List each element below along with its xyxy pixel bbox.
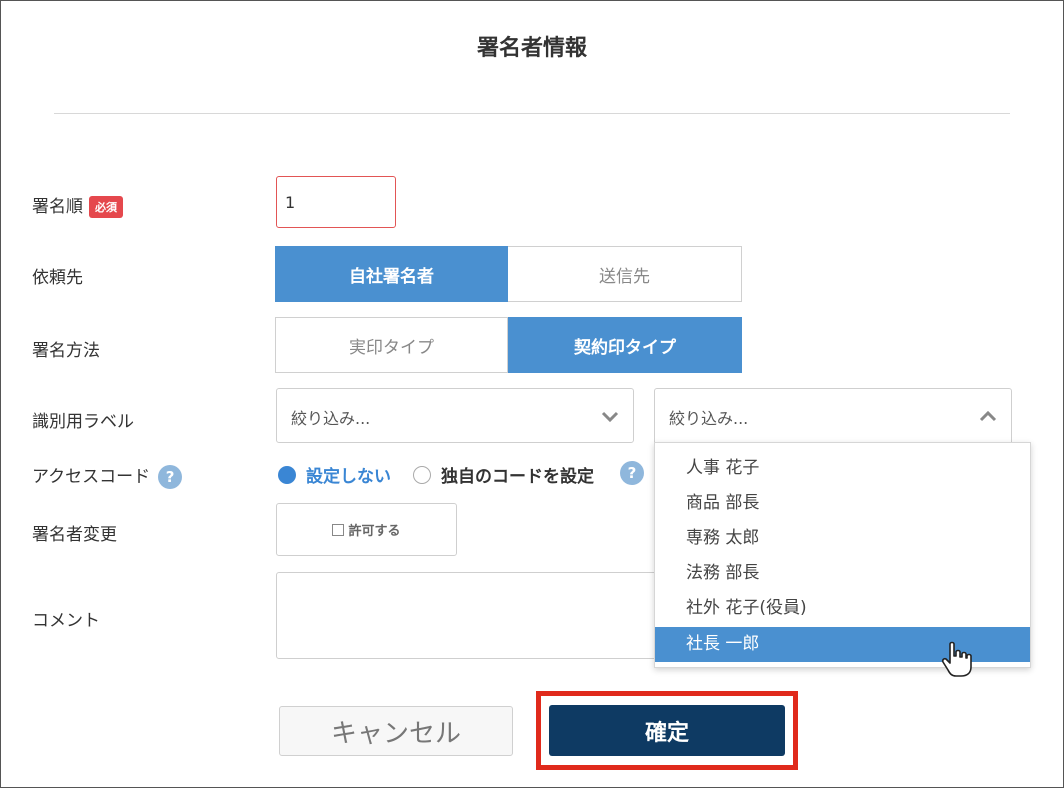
comment-label: コメント — [32, 611, 100, 631]
access-option-none-label: 設定しない — [306, 467, 391, 487]
filter-select-right[interactable]: 絞り込み... — [654, 388, 1012, 443]
permit-label: 許可する — [348, 524, 401, 539]
radio-selected-icon — [278, 465, 296, 484]
cancel-button[interactable]: キャンセル — [279, 706, 513, 756]
access-option-custom-label: 独自のコードを設定 — [441, 467, 594, 487]
filter-placeholder-left: 絞り込み... — [291, 409, 371, 428]
chevron-up-icon — [979, 410, 997, 422]
dropdown-option[interactable]: 社外 花子(役員) — [655, 591, 1030, 626]
required-badge: 必須 — [89, 196, 123, 218]
checkbox-icon — [332, 523, 345, 536]
request-option-recipient[interactable]: 送信先 — [508, 246, 742, 302]
method-option-registered-seal[interactable]: 実印タイプ — [275, 317, 508, 373]
request-label: 依頼先 — [32, 268, 83, 288]
method-label: 署名方法 — [32, 341, 100, 361]
hand-pointer-icon — [941, 641, 972, 677]
signing-order-input[interactable] — [276, 176, 396, 228]
filter-placeholder-right: 絞り込み... — [669, 409, 749, 428]
access-code-row-label: アクセスコード? — [32, 462, 183, 489]
id-label-label: 識別用ラベル — [32, 412, 134, 432]
access-code-help-icon[interactable]: ? — [158, 465, 183, 489]
request-option-own-signer[interactable]: 自社署名者 — [275, 246, 508, 302]
method-option-contract-seal[interactable]: 契約印タイプ — [508, 317, 742, 373]
dropdown-option[interactable]: 専務 太郎 — [655, 521, 1030, 556]
order-row-label: 署名順 必須 — [32, 192, 123, 218]
custom-code-help-icon[interactable]: ? — [620, 461, 644, 485]
title-divider — [54, 113, 1010, 114]
order-label: 署名順 — [32, 197, 83, 217]
chevron-down-icon — [601, 411, 619, 423]
signer-dropdown-list: 人事 花子 商品 部長 専務 太郎 法務 部長 社外 花子(役員) 社長 一郎 — [654, 442, 1031, 668]
dialog-title: 署名者情報 — [476, 36, 587, 61]
dropdown-option[interactable]: 法務 部長 — [655, 556, 1030, 591]
access-option-custom[interactable]: 独自のコードを設定 — [413, 462, 594, 487]
signer-change-label: 署名者変更 — [32, 525, 117, 545]
dropdown-option[interactable]: 商品 部長 — [655, 486, 1030, 521]
permit-checkbox[interactable]: 許可する — [276, 503, 457, 556]
access-option-none[interactable]: 設定しない — [278, 462, 391, 487]
radio-unselected-icon — [413, 465, 431, 484]
dropdown-option[interactable]: 人事 花子 — [655, 451, 1030, 486]
access-code-label: アクセスコード — [32, 467, 151, 487]
confirm-button[interactable]: 確定 — [549, 705, 785, 756]
comment-textarea[interactable] — [276, 572, 676, 659]
filter-select-left[interactable]: 絞り込み... — [276, 388, 634, 443]
